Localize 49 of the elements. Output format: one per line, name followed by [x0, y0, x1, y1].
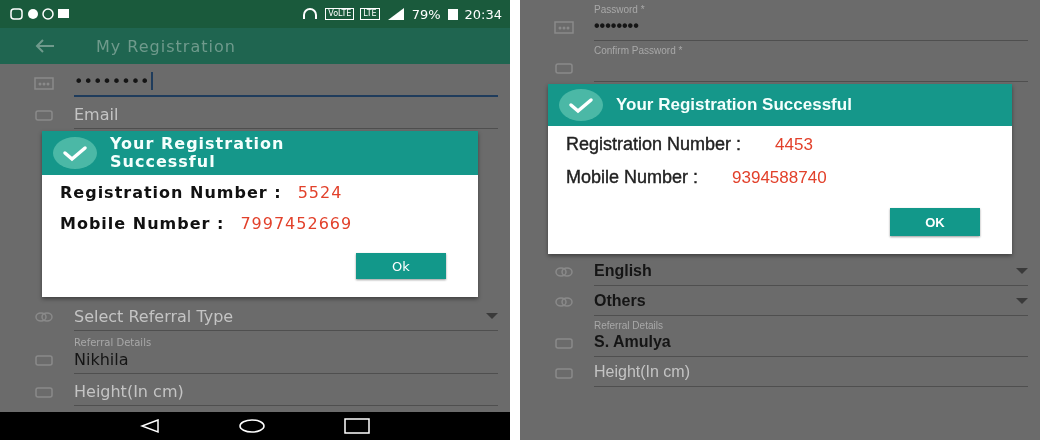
dropdown[interactable]: Select Referral Type: [74, 305, 498, 331]
info-value: 5524: [297, 183, 343, 202]
input-field[interactable]: Password * ••••••••: [594, 4, 1028, 41]
input-field[interactable]: Height(In cm): [594, 361, 1028, 387]
check-icon: [558, 88, 604, 122]
home-icon[interactable]: [239, 418, 265, 434]
info-value: 9394588740: [732, 168, 827, 188]
link-icon: [554, 264, 574, 280]
ok-button[interactable]: Ok: [356, 253, 446, 279]
battery-percent: 79%: [411, 6, 441, 22]
field-icon: [34, 107, 54, 123]
link-icon: [34, 309, 54, 325]
battery-icon: [446, 7, 459, 21]
recents-icon[interactable]: [344, 418, 371, 434]
info-label: Mobile Number :: [60, 214, 225, 233]
notification-icons: [10, 7, 70, 21]
link-icon: [554, 294, 574, 310]
field-icon: [554, 335, 574, 351]
check-icon: [52, 136, 98, 170]
dialog-title: Your Registration Successful: [110, 135, 286, 171]
dialog-title: Your Registration Successful: [616, 96, 852, 114]
password-icon: [34, 75, 54, 91]
caret-icon: [1016, 297, 1028, 305]
info-label: Registration Number :: [566, 134, 742, 155]
input-field[interactable]: Email: [74, 103, 498, 129]
input-field[interactable]: Referral Details Nikhila: [74, 337, 498, 374]
input-field[interactable]: ••••••••: [74, 70, 498, 97]
caret-icon: [1016, 267, 1028, 275]
ok-button[interactable]: OK: [890, 208, 980, 236]
info-label: Mobile Number :: [566, 167, 699, 188]
field-icon: [554, 365, 574, 381]
info-value: 7997452669: [240, 214, 353, 233]
network-badge: LTE: [360, 8, 380, 20]
info-value: 4453: [775, 135, 813, 155]
app-bar-title: My Registration: [96, 36, 236, 56]
caret-icon: [486, 312, 498, 320]
field-icon: [34, 352, 54, 368]
field-icon: [34, 384, 54, 400]
dropdown[interactable]: Others: [594, 290, 1028, 316]
info-label: Registration Number :: [60, 183, 282, 202]
clock: 20:34: [464, 6, 502, 22]
field-icon: [554, 60, 574, 76]
network-badge: VoLTE: [325, 8, 355, 20]
dropdown[interactable]: English: [594, 260, 1028, 286]
input-field[interactable]: Confirm Password *: [594, 45, 1028, 82]
headset-icon: [301, 8, 320, 20]
input-field[interactable]: Referral Details S. Amulya: [594, 320, 1028, 357]
password-icon: [554, 19, 574, 35]
input-field[interactable]: Height(In cm): [74, 380, 498, 406]
